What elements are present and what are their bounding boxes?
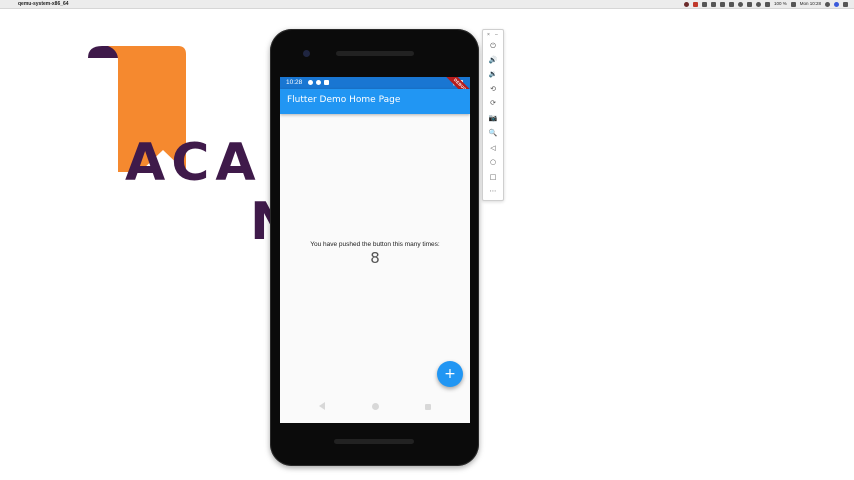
logo-wordmark-line1: ACA [125, 133, 262, 193]
window-icon[interactable] [728, 1, 734, 7]
notification-center-icon[interactable] [843, 1, 848, 7]
rotate-right-icon: ⟳ [490, 99, 496, 107]
toolbar-close-icon[interactable]: × [487, 32, 490, 38]
android-emulator-device: 10:28 DEBUG Flutter Demo Home Page You h… [270, 29, 479, 466]
more-button[interactable]: ⋯ [487, 185, 499, 197]
android-nav-bar [280, 393, 470, 421]
screen-icon[interactable] [719, 1, 725, 7]
zoom-icon: 🔍 [488, 129, 498, 137]
emulator-toolbar: × – ⏻ 🔊 🔉 ⟲ ⟳ 📷 🔍 ◁ ○ □ ⋯ [482, 29, 504, 201]
battery-icon[interactable] [790, 1, 796, 7]
active-app-name[interactable]: qemu-system-x86_64 [18, 0, 69, 8]
power-icon: ⏻ [490, 42, 496, 50]
mac-menubar: qemu-system-x86_64 100 % Mon 10:28 [0, 0, 854, 9]
camera-icon: 📷 [488, 114, 498, 122]
home-button[interactable]: ○ [487, 156, 499, 168]
device-screen[interactable]: 10:28 DEBUG Flutter Demo Home Page You h… [280, 77, 470, 423]
front-camera [303, 50, 310, 57]
wifi-icon[interactable] [755, 1, 761, 7]
battery-percent[interactable]: 100 % [774, 0, 787, 8]
overview-icon: □ [489, 173, 497, 181]
back-triangle-icon [319, 402, 325, 410]
back-button[interactable]: ◁ [487, 142, 499, 154]
bottom-speaker [334, 439, 414, 444]
status-time: 10:28 [286, 79, 303, 86]
page-title: Flutter Demo Home Page [287, 95, 401, 105]
shield-notification-icon [316, 80, 321, 85]
clipboard-icon[interactable] [710, 1, 716, 7]
spotlight-search-icon[interactable] [825, 1, 830, 7]
status-app-icon[interactable] [683, 1, 689, 7]
zoom-button[interactable]: 🔍 [487, 127, 499, 139]
add-icon: + [444, 366, 456, 382]
counter-value: 8 [370, 249, 380, 267]
earpiece-speaker [336, 51, 414, 56]
app-bar: Flutter Demo Home Page [280, 89, 470, 114]
nav-recents-button[interactable] [423, 402, 433, 412]
volume-up-button[interactable]: 🔊 [487, 54, 499, 66]
nav-home-button[interactable] [370, 402, 380, 412]
settings-notification-icon [308, 80, 313, 85]
sdcard-notification-icon [324, 80, 329, 85]
menubar-status-area: 100 % Mon 10:28 [683, 0, 848, 8]
bluetooth-icon[interactable] [746, 1, 752, 7]
nav-back-button[interactable] [317, 402, 327, 412]
home-circle-icon [371, 403, 379, 410]
toolbar-minimize-icon[interactable]: – [495, 32, 498, 38]
screenshot-button[interactable]: 📷 [487, 112, 499, 124]
rotate-left-button[interactable]: ⟲ [487, 83, 499, 95]
home-icon: ○ [489, 158, 497, 166]
power-button[interactable]: ⏻ [487, 40, 499, 52]
rotate-right-button[interactable]: ⟳ [487, 97, 499, 109]
volume-up-icon: 🔊 [488, 56, 498, 64]
counter-message: You have pushed the button this many tim… [310, 241, 440, 248]
volume-icon[interactable] [764, 1, 770, 7]
status-notification-icons [308, 80, 329, 85]
rotate-left-icon: ⟲ [490, 85, 496, 93]
record-icon[interactable] [692, 1, 698, 7]
volume-down-icon: 🔉 [488, 70, 498, 78]
recents-square-icon [425, 404, 431, 410]
grid-icon[interactable] [701, 1, 707, 7]
volume-down-button[interactable]: 🔉 [487, 68, 499, 80]
overview-button[interactable]: □ [487, 171, 499, 183]
more-icon: ⋯ [489, 187, 497, 195]
increment-fab-button[interactable]: + [437, 361, 463, 387]
sync-icon[interactable] [737, 1, 743, 7]
menubar-clock[interactable]: Mon 10:28 [800, 0, 821, 8]
siri-icon[interactable] [834, 1, 839, 7]
back-icon: ◁ [490, 144, 496, 152]
android-status-bar: 10:28 DEBUG [280, 77, 470, 105]
